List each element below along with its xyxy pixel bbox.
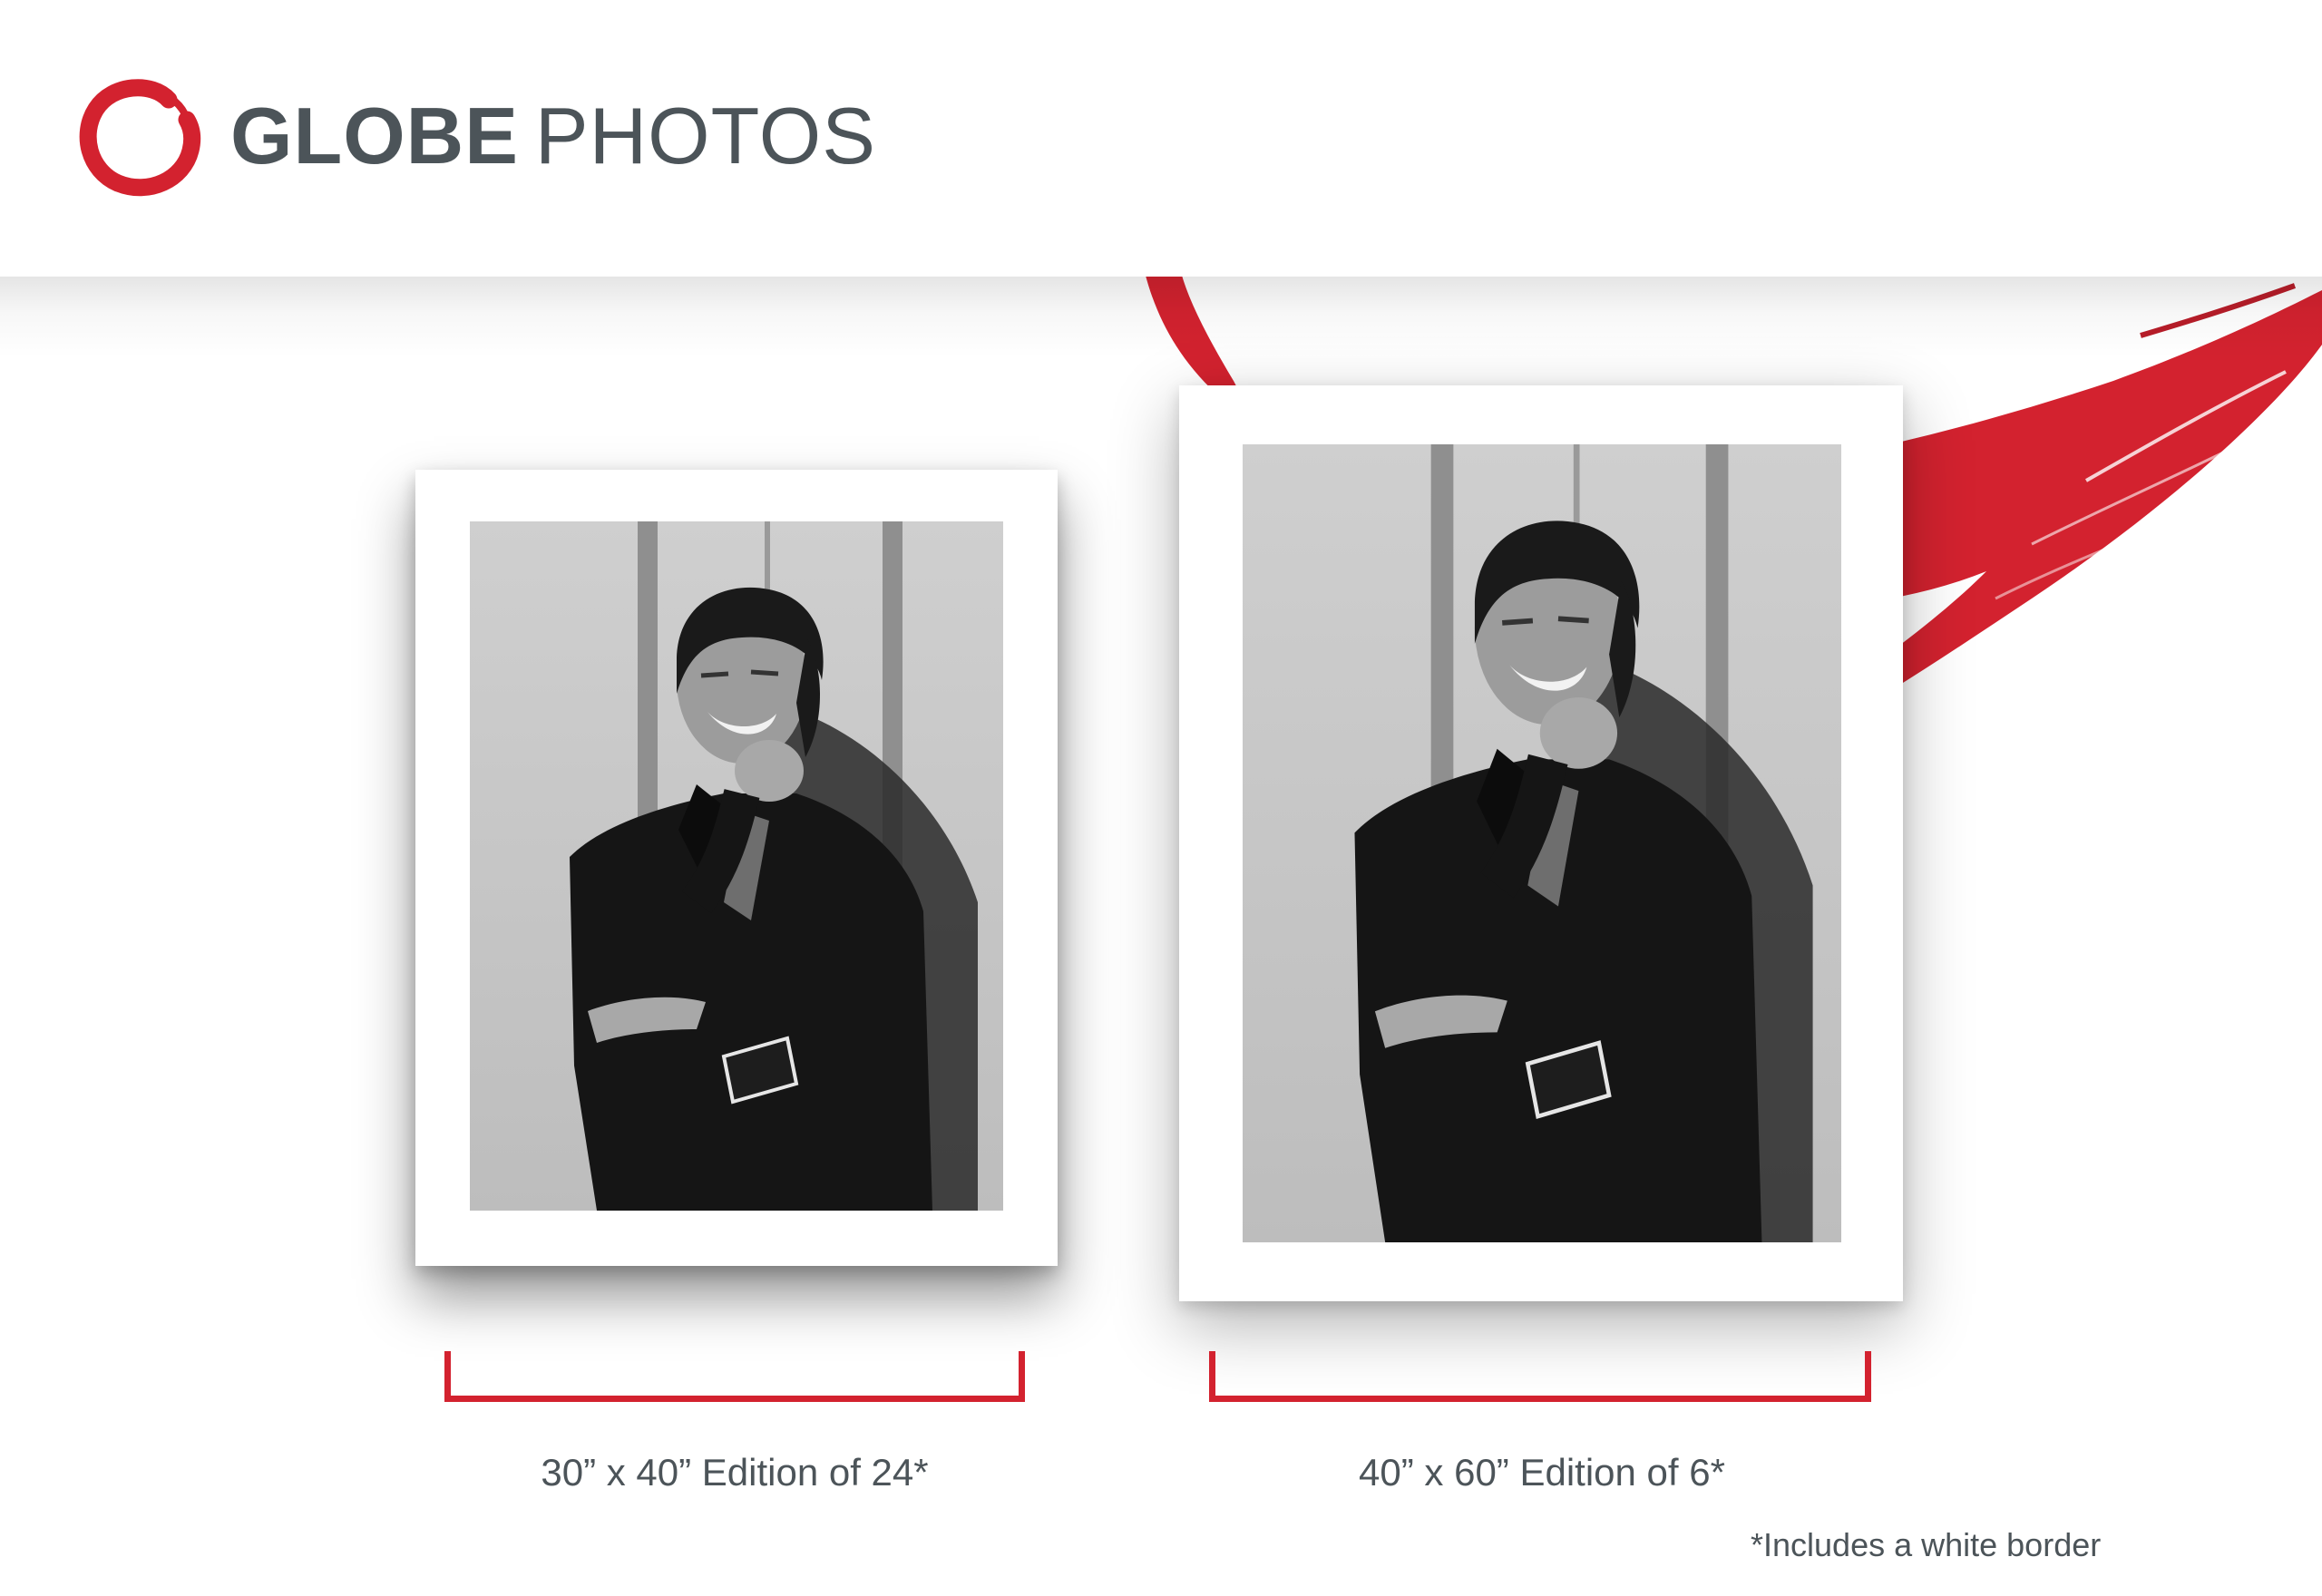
print-small[interactable]: [415, 470, 1058, 1266]
brand-name-light: PHOTOS: [534, 91, 876, 180]
brand-wordmark: GLOBE PHOTOS: [230, 96, 876, 176]
print-caption-small: 30” x 40” Edition of 24*: [541, 1451, 929, 1494]
border-footnote: *Includes a white border: [1751, 1526, 2102, 1563]
print-large[interactable]: [1179, 385, 1903, 1301]
size-bracket-small: [444, 1351, 1025, 1402]
size-bracket-large: [1209, 1351, 1871, 1402]
header-shadow: [0, 277, 2322, 358]
portrait-photo: [470, 521, 1003, 1211]
header: GLOBE PHOTOS: [0, 0, 2322, 277]
portrait-photo-image: [1243, 444, 1841, 1242]
brand-logo[interactable]: GLOBE PHOTOS: [76, 73, 876, 200]
brand-name-bold: GLOBE: [230, 91, 519, 180]
brush-circle-icon: [79, 79, 201, 197]
print-caption-large: 40” x 60” Edition of 6*: [1359, 1451, 1725, 1494]
portrait-photo: [1243, 444, 1841, 1242]
portrait-photo-image: [470, 521, 1003, 1211]
